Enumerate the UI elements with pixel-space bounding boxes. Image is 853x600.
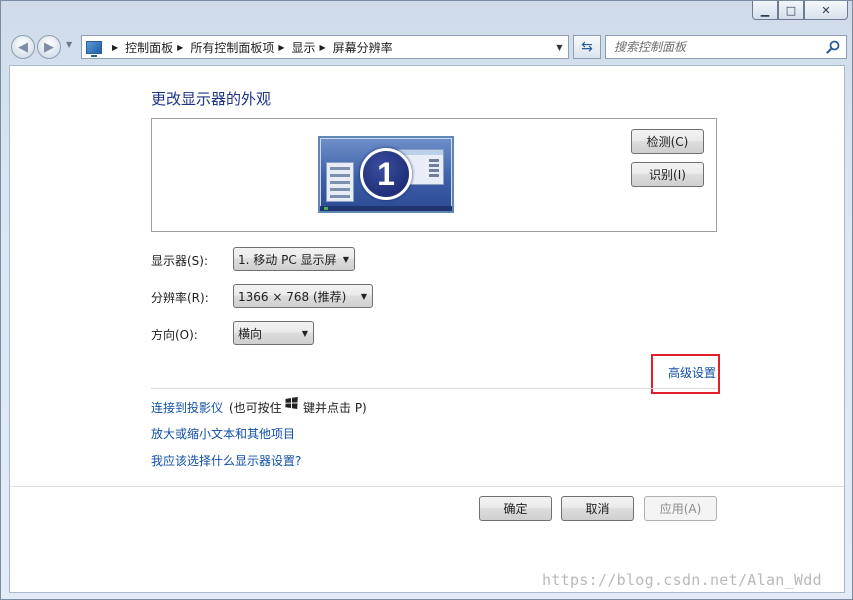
- chevron-down-icon: ▼: [342, 255, 349, 264]
- minimize-icon: ▁: [760, 3, 770, 17]
- address-bar[interactable]: ▶ 控制面板 ▶ 所有控制面板项 ▶ 显示 ▶ 屏幕分辨率 ▼: [81, 35, 569, 59]
- desktop-taskbar-illustration: [320, 206, 452, 211]
- content-panel: 更改显示器的外观 1 检测(C) 识别(I) 显示器(S): 1. 移动 PC …: [9, 65, 845, 593]
- windows-logo-icon: [285, 397, 298, 409]
- detect-button[interactable]: 检测(C): [631, 129, 704, 154]
- cancel-button[interactable]: 取消: [561, 496, 634, 521]
- display-select-value: 1. 移动 PC 显示屏: [238, 252, 337, 267]
- breadcrumb-screen-resolution[interactable]: 屏幕分辨率: [333, 39, 393, 56]
- page-title: 更改显示器的外观: [151, 90, 272, 108]
- projector-hint-suffix: 键并点击 P): [303, 401, 367, 415]
- orientation-select-value: 横向: [238, 326, 263, 341]
- chevron-down-icon: ▼: [301, 329, 308, 338]
- text-size-link[interactable]: 放大或缩小文本和其他项目: [151, 425, 295, 442]
- breadcrumb-separator[interactable]: ▶: [177, 43, 183, 52]
- resolution-select-value: 1366 × 768 (推荐): [238, 289, 347, 304]
- display-preview: 1 检测(C) 识别(I): [151, 118, 717, 232]
- forward-button[interactable]: ▶: [37, 35, 61, 59]
- recent-pages-dropdown[interactable]: ▼: [66, 40, 72, 49]
- breadcrumb-display[interactable]: 显示: [292, 39, 316, 56]
- close-icon: ✕: [821, 3, 831, 17]
- address-dropdown-icon[interactable]: ▼: [551, 36, 568, 58]
- monitor-number-badge: 1: [360, 148, 412, 200]
- title-bar: ▁ □ ✕: [1, 1, 853, 31]
- orientation-select[interactable]: 横向 ▼: [233, 321, 314, 345]
- refresh-icon: ⇆: [581, 39, 593, 55]
- footer-divider: [10, 486, 844, 487]
- connect-projector-link[interactable]: 连接到投影仪: [151, 399, 223, 416]
- back-button[interactable]: ◀: [11, 35, 35, 59]
- search-icon[interactable]: [826, 40, 840, 54]
- advanced-settings-link[interactable]: 高级设置: [668, 364, 716, 381]
- section-divider: [151, 388, 717, 389]
- chevron-down-icon: ▼: [360, 292, 367, 301]
- resolution-label: 分辨率(R):: [151, 291, 209, 305]
- projector-hint: (也可按住: [229, 401, 282, 415]
- display-label: 显示器(S):: [151, 254, 209, 268]
- maximize-button[interactable]: □: [778, 1, 804, 20]
- caption-buttons: ▁ □ ✕: [752, 1, 848, 20]
- search-box[interactable]: [605, 35, 847, 59]
- close-button[interactable]: ✕: [804, 1, 848, 20]
- apply-button[interactable]: 应用(A): [644, 496, 717, 521]
- identify-button[interactable]: 识别(I): [631, 162, 704, 187]
- display-select[interactable]: 1. 移动 PC 显示屏 ▼: [233, 247, 355, 271]
- breadcrumb-control-panel[interactable]: 控制面板: [125, 39, 173, 56]
- display-settings-help-link[interactable]: 我应该选择什么显示器设置?: [151, 452, 301, 469]
- monitor-1-thumbnail[interactable]: 1: [318, 136, 454, 213]
- breadcrumb-separator[interactable]: ▶: [278, 43, 284, 52]
- window-frame: ▁ □ ✕ ◀ ▶ ▼ ▶ 控制面板 ▶ 所有控制面板项 ▶ 显示 ▶ 屏幕分辨…: [0, 0, 853, 600]
- watermark: https://blog.csdn.net/Alan_Wdd: [542, 571, 822, 589]
- search-input[interactable]: [614, 40, 814, 54]
- orientation-label: 方向(O):: [151, 328, 198, 342]
- breadcrumb-all-items[interactable]: 所有控制面板项: [190, 39, 274, 56]
- navigation-bar: ◀ ▶ ▼ ▶ 控制面板 ▶ 所有控制面板项 ▶ 显示 ▶ 屏幕分辨率 ▼ ⇆: [9, 33, 849, 59]
- maximize-icon: □: [785, 3, 797, 17]
- minimize-button[interactable]: ▁: [752, 1, 778, 20]
- resolution-select[interactable]: 1366 × 768 (推荐) ▼: [233, 284, 373, 308]
- ok-button[interactable]: 确定: [479, 496, 552, 521]
- control-panel-icon: [86, 40, 102, 57]
- desktop-window-illustration: [326, 162, 354, 202]
- back-arrow-icon: ◀: [18, 39, 28, 55]
- breadcrumb-separator[interactable]: ▶: [320, 43, 326, 52]
- breadcrumb-separator[interactable]: ▶: [112, 43, 118, 52]
- refresh-button[interactable]: ⇆: [573, 35, 601, 59]
- forward-arrow-icon: ▶: [44, 39, 54, 55]
